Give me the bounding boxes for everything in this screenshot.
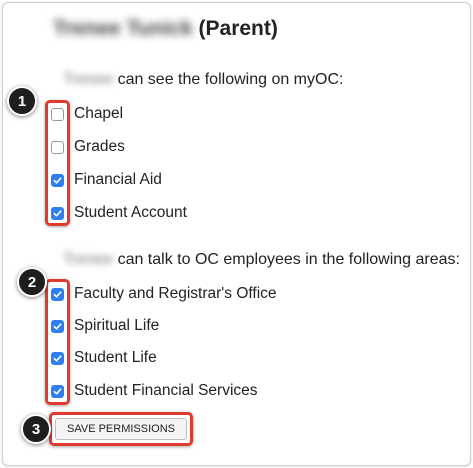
student-name: Trenee	[63, 71, 114, 88]
person-name: Trenee Tunick	[53, 17, 193, 40]
permission-label: Faculty and Registrar's Office	[74, 285, 277, 302]
permission-label: Chapel	[74, 105, 124, 122]
permission-label: Spiritual Life	[74, 317, 160, 334]
permission-row-student-account[interactable]: Student Account	[51, 202, 187, 224]
permission-label: Student Account	[74, 204, 187, 221]
permission-label: Student Financial Services	[74, 382, 258, 399]
talk-section-intro: Trenee can talk to OC employees in the f…	[63, 251, 460, 269]
talk-section-text: can talk to OC employees in the followin…	[117, 251, 460, 268]
callout-badge-2: 2	[17, 267, 47, 297]
permission-label: Financial Aid	[74, 171, 162, 188]
callout-badge-1: 1	[7, 86, 37, 116]
callout-badge-3: 3	[21, 414, 51, 444]
permission-row-student-financial-services[interactable]: Student Financial Services	[51, 380, 258, 402]
callout-highlight-2	[45, 279, 70, 405]
callout-highlight-3	[49, 412, 193, 446]
see-section-intro: Trenee can see the following on myOC:	[63, 71, 343, 89]
role-label: (Parent)	[198, 17, 278, 40]
student-name: Trenee	[63, 251, 114, 268]
callout-highlight-1	[45, 100, 70, 226]
permission-label: Grades	[74, 138, 125, 155]
permission-row-faculty-registrar[interactable]: Faculty and Registrar's Office	[51, 283, 277, 305]
permission-label: Student Life	[74, 349, 157, 366]
see-section-text: can see the following on myOC:	[117, 71, 344, 88]
page-title: Trenee Tunick (Parent)	[53, 17, 278, 41]
